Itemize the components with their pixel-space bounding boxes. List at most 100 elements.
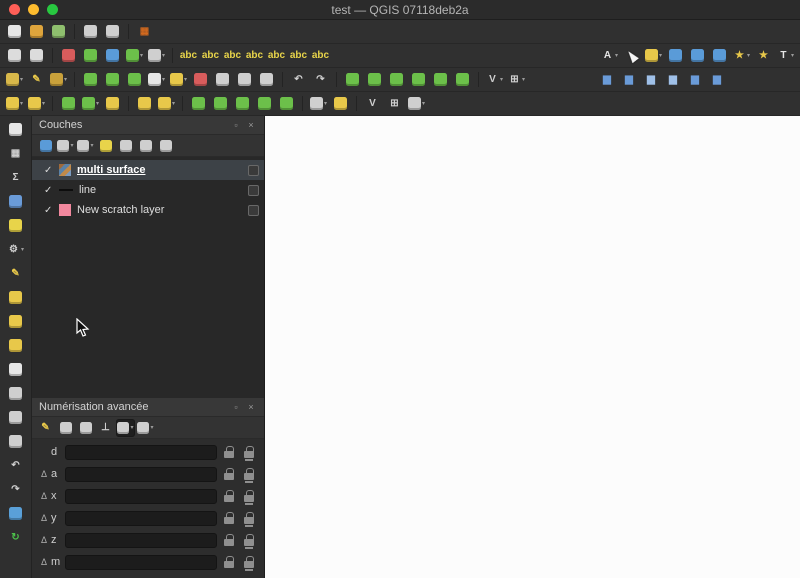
filter-legend-expression-icon[interactable] (96, 137, 115, 155)
cut-features-icon[interactable] (212, 69, 233, 90)
decrease-brightness-icon[interactable]: ▆ (663, 69, 684, 90)
annotation-icon[interactable] (4, 335, 28, 356)
statistics-icon[interactable]: Σ (4, 167, 28, 188)
floater-icon[interactable] (136, 419, 155, 437)
constraint-value-input[interactable] (65, 444, 217, 460)
form-annotation-icon[interactable] (4, 383, 28, 404)
add-line-feature-icon[interactable] (102, 69, 123, 90)
lock-constraint-button[interactable] (221, 532, 237, 548)
layer-item-new-scratch-layer[interactable]: ✓ New scratch layer (32, 200, 264, 220)
new-map-view-icon[interactable] (58, 45, 79, 66)
layer-diagram-icon[interactable]: abc (200, 45, 221, 66)
split-features-icon[interactable] (210, 93, 231, 114)
redo-arrow-icon[interactable]: ↷ (4, 479, 28, 500)
simplify-adv-icon[interactable] (80, 93, 101, 114)
snapping-options-icon[interactable]: ⊞ (506, 69, 527, 90)
select-features-icon[interactable] (643, 45, 664, 66)
repeating-lock-button[interactable] (241, 554, 257, 571)
open-layer-styling-icon[interactable] (36, 137, 55, 155)
simplify-feature-icon[interactable] (364, 69, 385, 90)
constraint-value-input[interactable] (65, 466, 217, 482)
new-3d-map-view-icon[interactable] (80, 45, 101, 66)
increase-contrast-icon[interactable]: ▆ (685, 69, 706, 90)
collapse-all-icon[interactable] (136, 137, 155, 155)
scale-feature-icon[interactable] (102, 93, 123, 114)
select-by-value-icon[interactable] (665, 45, 686, 66)
move-annotation-icon[interactable] (4, 359, 28, 380)
merge-attributes-icon[interactable] (276, 93, 297, 114)
move-feature-icon[interactable] (168, 69, 189, 90)
layer-labeling-icon[interactable]: abc (178, 45, 199, 66)
add-feature-icon[interactable] (4, 287, 28, 308)
select-tool-cursor-icon[interactable] (621, 45, 642, 66)
current-edits-icon[interactable] (4, 69, 25, 90)
repeating-lock-button[interactable] (241, 444, 257, 461)
add-ring-icon[interactable] (386, 69, 407, 90)
zoom-full-icon[interactable] (26, 45, 47, 66)
offset-curve-icon[interactable] (452, 69, 473, 90)
clipboard-icon[interactable] (4, 431, 28, 452)
options-gear-icon[interactable]: ⚙ (4, 239, 28, 260)
vertex-tool-icon[interactable] (146, 69, 167, 90)
delta-toggle-icon[interactable]: Δ (39, 469, 47, 479)
repeating-lock-button[interactable] (241, 510, 257, 527)
merge-features-icon[interactable] (254, 93, 275, 114)
lock-constraint-button[interactable] (221, 554, 237, 570)
layer-item-multi-surface[interactable]: ✓ multi surface (32, 160, 264, 180)
vertex-symbol-icon[interactable]: V (362, 93, 383, 114)
add-polygon-feature-icon[interactable] (124, 69, 145, 90)
memory-layer-indicator-icon[interactable] (248, 184, 259, 196)
open-project-icon[interactable] (26, 21, 47, 42)
fill-ring-icon[interactable] (430, 69, 451, 90)
show-layout-manager-icon[interactable] (102, 21, 123, 42)
redo-icon[interactable]: ↷ (310, 69, 331, 90)
pan-map-icon[interactable] (4, 45, 25, 66)
attribute-table-icon[interactable] (4, 191, 28, 212)
expand-all-icon[interactable] (116, 137, 135, 155)
remove-layer-icon[interactable] (156, 137, 175, 155)
move-feature-copy-icon[interactable] (26, 93, 47, 114)
layer-visibility-checkbox[interactable]: ✓ (44, 165, 53, 176)
rotate-label-icon[interactable]: abc (288, 45, 309, 66)
show-bookmarks-icon[interactable]: ★ (753, 45, 774, 66)
delta-toggle-icon[interactable]: Δ (39, 491, 47, 501)
save-edits-icon[interactable] (48, 69, 69, 90)
add-part-icon[interactable] (408, 69, 429, 90)
pan-hand-icon[interactable] (4, 119, 28, 140)
style-manager-icon[interactable]: ▦ (134, 21, 155, 42)
grid-plus-icon[interactable]: ⊞ (384, 93, 405, 114)
snap-to-common-angles-icon[interactable] (116, 418, 135, 437)
repeating-lock-button[interactable] (241, 466, 257, 483)
new-project-icon[interactable] (4, 21, 25, 42)
filter-legend-icon[interactable] (56, 137, 75, 155)
map-canvas[interactable] (265, 116, 800, 578)
temporal-controller-icon[interactable] (4, 503, 28, 524)
full-histogram-stretch-icon[interactable]: ▆ (619, 69, 640, 90)
paste-features-icon[interactable] (256, 69, 277, 90)
parallel-constraint-icon[interactable] (76, 419, 95, 437)
enable-advanced-digitizing-icon[interactable]: ✎ (36, 419, 55, 437)
constraint-value-input[interactable] (65, 532, 217, 548)
close-panel-icon[interactable]: × (245, 119, 257, 131)
toggle-editing-icon[interactable]: ✎ (26, 69, 47, 90)
lock-constraint-button[interactable] (221, 466, 237, 482)
increase-brightness-icon[interactable]: ▆ (641, 69, 662, 90)
add-point-feature-icon[interactable] (80, 69, 101, 90)
vertex-editor-icon[interactable]: V (484, 69, 505, 90)
constraint-value-input[interactable] (65, 554, 217, 570)
perpendicular-constraint-icon[interactable]: ⊥ (96, 419, 115, 437)
lock-constraint-button[interactable] (221, 510, 237, 526)
lock-constraint-button[interactable] (221, 488, 237, 504)
undo-icon[interactable]: ↶ (288, 69, 309, 90)
annotation-dropdown-icon[interactable]: A (599, 45, 620, 66)
copy-move-feature-icon[interactable] (156, 93, 177, 114)
invert-selection-icon[interactable] (709, 45, 730, 66)
measure-adv-icon[interactable] (308, 93, 329, 114)
close-panel-icon[interactable]: × (245, 401, 257, 413)
split-parts-icon[interactable] (232, 93, 253, 114)
edit-pencil-icon[interactable]: ✎ (4, 263, 28, 284)
repeating-lock-button[interactable] (241, 532, 257, 549)
undo-arrow-icon[interactable]: ↶ (4, 455, 28, 476)
new-bookmark-icon[interactable]: ★ (731, 45, 752, 66)
digitize-shape-icon[interactable] (4, 311, 28, 332)
